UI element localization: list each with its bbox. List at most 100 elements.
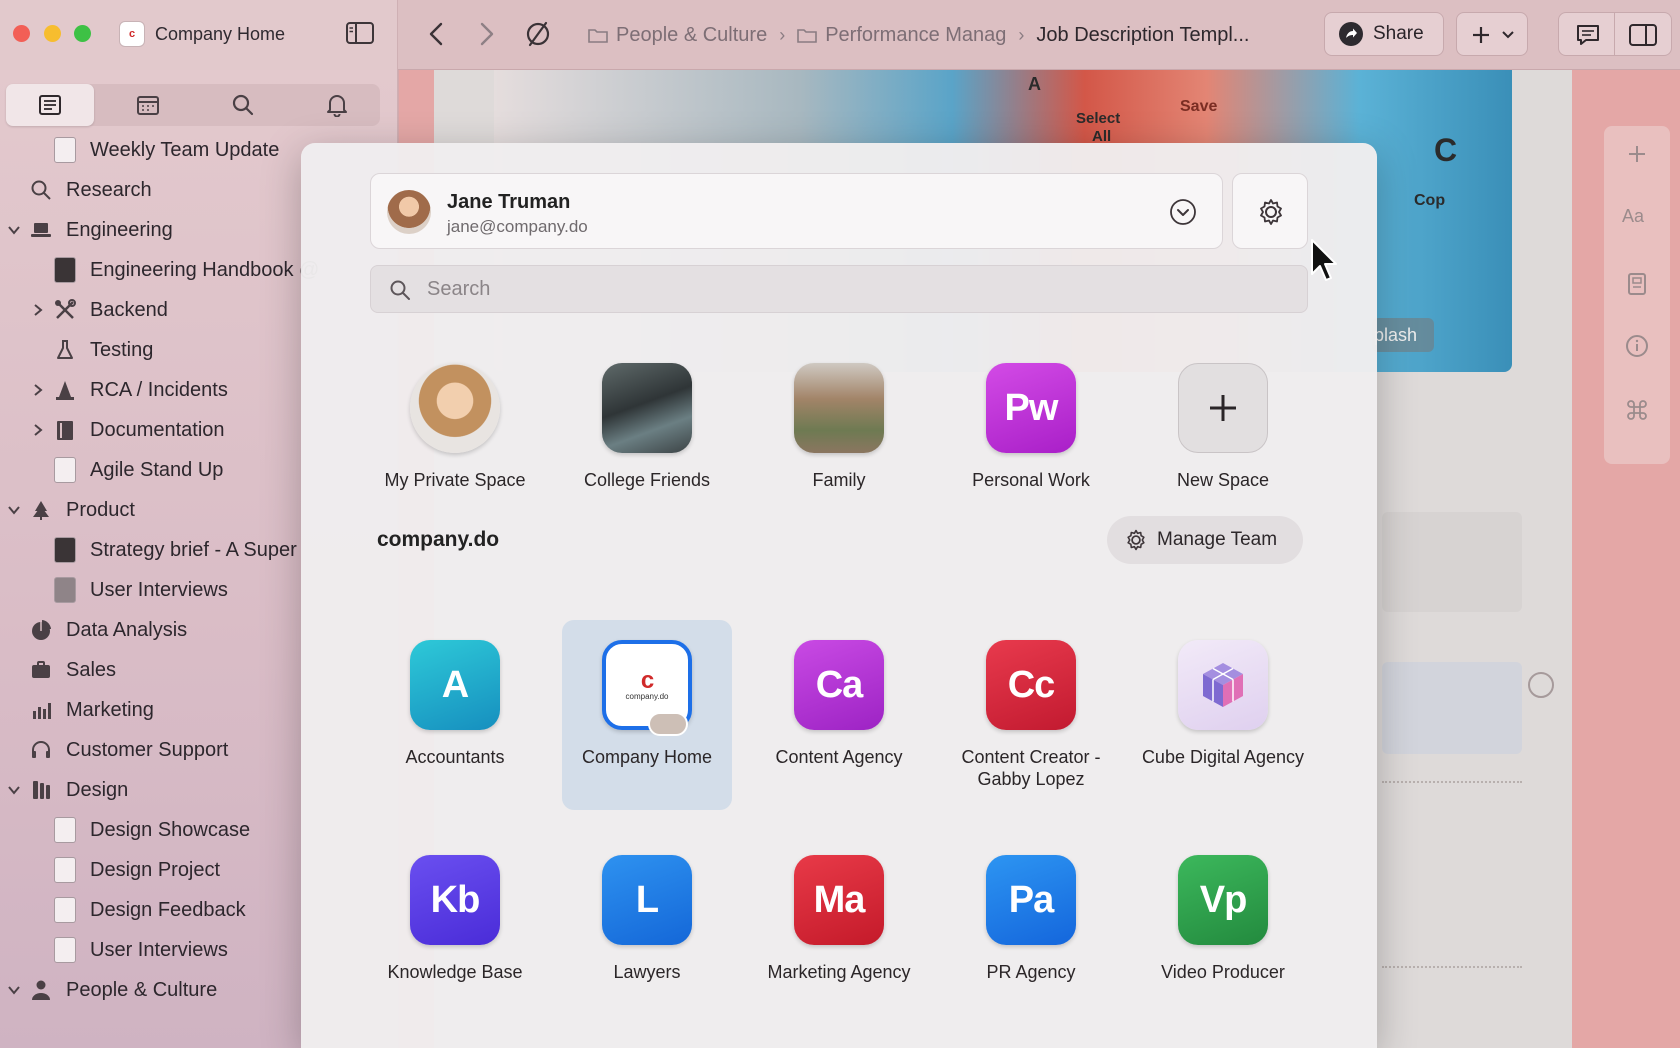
sidebar-item-people-culture[interactable]: People & Culture [6,970,217,1010]
chevron-down-icon[interactable] [6,502,22,518]
chevron-right-icon[interactable] [30,422,46,438]
sidebar-item-product[interactable]: Product [6,490,135,530]
space-company-home[interactable]: c company.do Company Home [562,620,732,810]
sidebar-item-backend[interactable]: Backend [30,290,168,330]
space-marketing-agency[interactable]: Ma Marketing Agency [754,835,924,1025]
text-style-button[interactable]: Aa [1622,206,1644,227]
space-search-input[interactable] [427,266,1287,312]
space-video-producer[interactable]: Vp Video Producer [1138,835,1308,1025]
breadcrumb-item[interactable]: People & Culture [588,24,767,47]
back-arrow-icon[interactable] [425,21,449,47]
sidebar-item-testing[interactable]: Testing [54,330,153,370]
sidebar-item-data-analysis[interactable]: Data Analysis [30,610,187,650]
plus-icon [1178,363,1268,453]
space-initials-icon: Ca [794,640,884,730]
chevron-right-icon[interactable] [30,382,46,398]
sidebar-item-design-showcase[interactable]: Design Showcase [54,810,250,850]
sidebar-toggle-icon[interactable] [346,22,374,44]
forward-arrow-icon[interactable] [474,21,498,47]
account-settings-button[interactable] [1232,173,1308,249]
space-label: Company Home [581,747,713,767]
space-family[interactable]: Family [754,343,924,533]
space-cube-digital-agency[interactable]: Cube Digital Agency [1138,620,1308,810]
space-college-friends[interactable]: College Friends [562,343,732,533]
plus-icon[interactable] [1625,142,1649,166]
workspace-title[interactable]: Company Home [155,24,285,45]
sidebar-item-design[interactable]: Design [6,770,128,810]
gear-icon [1260,199,1282,225]
close-window-button[interactable] [13,25,30,42]
space-content-agency[interactable]: Ca Content Agency [754,620,924,810]
space-personal-work[interactable]: Pw Personal Work [946,343,1116,533]
zoom-window-button[interactable] [74,25,91,42]
breadcrumb-current[interactable]: Job Description Templ... [1036,24,1249,47]
sidebar-item-rca-incidents[interactable]: RCA / Incidents [30,370,228,410]
comments-button[interactable] [1558,12,1615,56]
chevron-down-icon[interactable] [6,782,22,798]
sidebar-item-agile-stand-up[interactable]: Agile Stand Up [54,450,223,490]
share-icon [1339,22,1363,46]
chevron-down-icon[interactable] [6,982,22,998]
account-switcher[interactable]: Jane Truman jane@company.do [370,173,1223,249]
search-icon [232,94,254,116]
share-button[interactable]: Share [1324,12,1444,56]
sync-off-icon[interactable] [524,20,552,48]
sidebar-tabs [6,84,380,126]
sidebar-item-label: Design [66,778,129,801]
search-icon [31,180,51,200]
space-accountants[interactable]: A Accountants [370,620,540,810]
sidebar-item-documentation[interactable]: Documentation [30,410,225,450]
sidebar-item-research[interactable]: Research [30,170,152,210]
sidebar-item-sales[interactable]: Sales [30,650,116,690]
space-content-creator-gabby-lopez[interactable]: Cc Content Creator - Gabby Lopez [946,620,1116,810]
person-icon [32,980,50,1000]
space-pr-agency[interactable]: Pa PR Agency [946,835,1116,1025]
folder-icon [588,29,608,43]
sidebar-item-strategy-brief[interactable]: Strategy brief - A Super [54,530,297,570]
company-logo-text: company.do [625,691,669,701]
minimize-window-button[interactable] [44,25,61,42]
manage-team-button[interactable]: Manage Team [1107,516,1303,564]
plus-icon [1473,27,1489,43]
sidebar-item-label: User Interviews [90,938,228,961]
sidebar-item-marketing[interactable]: Marketing [30,690,154,730]
chevron-down-icon[interactable] [6,222,22,238]
space-initials-icon: Pa [986,855,1076,945]
image-attribution[interactable]: plash [1372,318,1434,352]
space-label: Family [812,470,866,490]
tab-calendar[interactable] [104,84,192,126]
sidebar-item-engineering[interactable]: Engineering [6,210,173,250]
breadcrumb-label: People & Culture [616,23,768,46]
sidebar-item-user-interviews-2[interactable]: User Interviews [54,930,228,970]
tab-notifications[interactable] [293,84,381,126]
command-icon[interactable] [1625,398,1649,422]
key-label: Select [1076,110,1121,127]
more-options-icon[interactable] [1528,672,1554,698]
space-lawyers[interactable]: L Lawyers [562,835,732,1025]
chevron-down-circle-icon[interactable] [1169,198,1197,226]
new-space-button[interactable]: New Space [1138,343,1308,533]
info-icon[interactable] [1625,334,1649,358]
add-button[interactable] [1456,12,1528,56]
sidebar-item-customer-support[interactable]: Customer Support [30,730,228,770]
tab-pages[interactable] [6,84,94,126]
breadcrumb: People & Culture › Performance Manag › J… [588,0,1249,70]
sidebar-item-weekly-team-update[interactable]: Weekly Team Update [54,130,279,170]
space-label: New Space [1176,470,1270,490]
workspace-logo[interactable]: c [119,21,145,47]
right-panel-toggle-button[interactable] [1615,12,1672,56]
tab-search[interactable] [199,84,287,126]
breadcrumb-item[interactable]: Performance Manag [797,24,1006,47]
space-knowledge-base[interactable]: Kb Knowledge Base [370,835,540,1025]
sidebar-item-design-feedback[interactable]: Design Feedback [54,890,246,930]
laptop-icon [31,223,51,237]
title-bar: c Company Home People & Culture › Perfor… [0,0,1680,70]
sidebar-item-user-interviews[interactable]: User Interviews [54,570,228,610]
chevron-right-icon[interactable] [30,302,46,318]
document-thumbnail-icon [54,817,76,843]
sidebar-item-design-project[interactable]: Design Project [54,850,220,890]
sidebar-header: c Company Home [0,0,398,70]
document-info-icon[interactable] [1625,272,1649,296]
sidebar-item-engineering-handbook[interactable]: Engineering Handbook @ [54,250,319,290]
space-my-private-space[interactable]: My Private Space [370,343,540,533]
